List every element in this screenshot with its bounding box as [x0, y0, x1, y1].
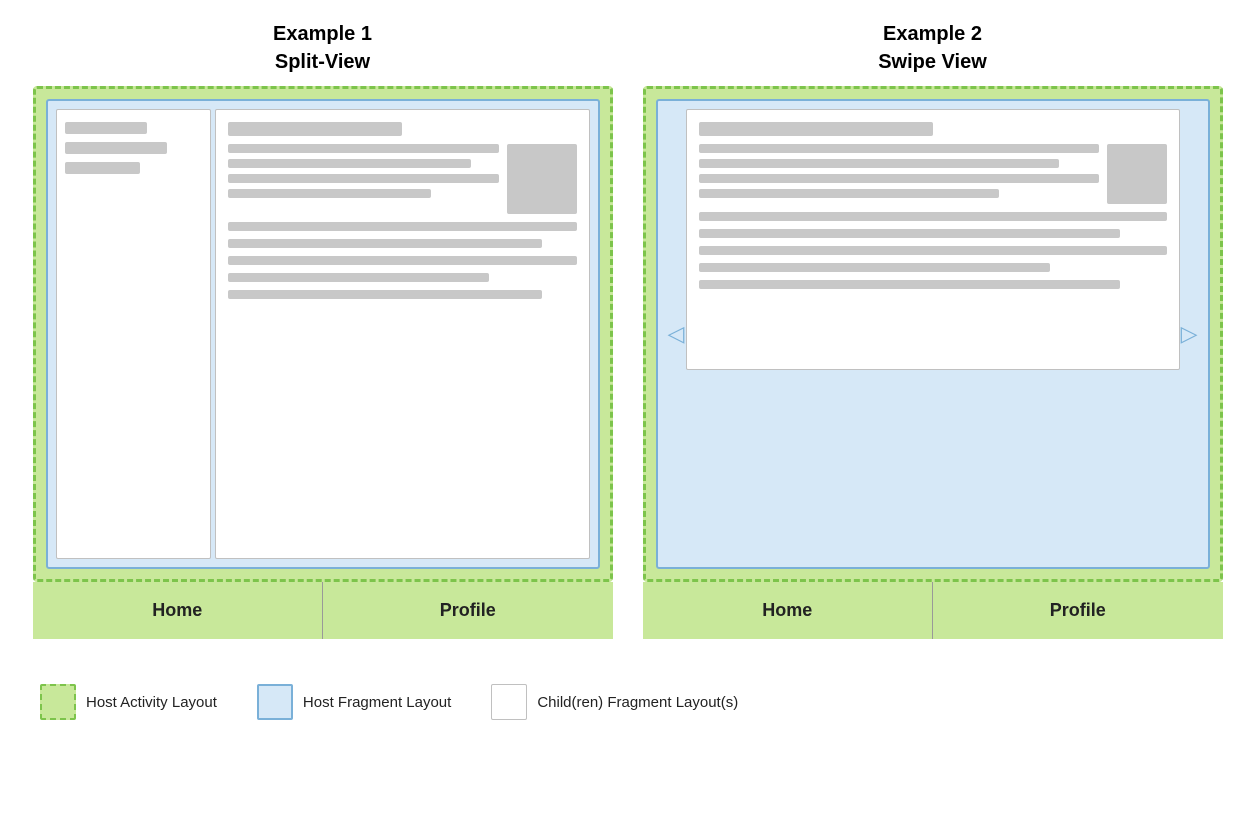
legend-label-1: Host Activity Layout [86, 694, 217, 711]
s-line-9 [699, 280, 1120, 289]
swipe-lines-group [699, 144, 1099, 198]
sidebar-bar-1 [65, 122, 147, 134]
swipe-title-bar [699, 122, 933, 136]
sidebar-bar-2 [65, 142, 168, 154]
legend-white-box [491, 684, 527, 720]
legend-item-3: Child(ren) Fragment Layout(s) [491, 684, 738, 720]
example1-split-inner [56, 109, 590, 559]
legend-label-3: Child(ren) Fragment Layout(s) [537, 694, 738, 711]
s-line-5 [699, 212, 1167, 221]
example2-tab-bar: Home Profile [643, 582, 1223, 639]
example2-tab-profile[interactable]: Profile [933, 582, 1223, 639]
example2-tab-home[interactable]: Home [643, 582, 933, 639]
example2-swipe-inner: ◁ [666, 109, 1200, 559]
line-8 [228, 273, 490, 282]
example2-host-activity: ◁ [643, 86, 1223, 582]
line-6 [228, 239, 542, 248]
legend-item-1: Host Activity Layout [40, 684, 217, 720]
line-1 [228, 144, 499, 153]
legend-label-2: Host Fragment Layout [303, 694, 451, 711]
examples-row: Example 1 Split-View [20, 20, 1235, 639]
s-line-4 [699, 189, 999, 198]
example1-block: Example 1 Split-View [33, 20, 613, 639]
s-line-8 [699, 263, 1050, 272]
sidebar-bar-3 [65, 162, 140, 174]
example2-block: Example 2 Swipe View ◁ [643, 20, 1223, 639]
s-line-1 [699, 144, 1099, 153]
swipe-right-arrow[interactable]: ▷ [1181, 321, 1198, 347]
example1-sidebar [56, 109, 211, 559]
line-9 [228, 290, 542, 299]
swipe-image [1107, 144, 1167, 204]
example1-content [215, 109, 590, 559]
legend-item-2: Host Fragment Layout [257, 684, 451, 720]
content-image [507, 144, 577, 214]
example2-host-fragment: ◁ [656, 99, 1210, 569]
example1-host-fragment [46, 99, 600, 569]
line-5 [228, 222, 577, 231]
content-lines-group [228, 144, 499, 198]
example1-tab-bar: Home Profile [33, 582, 613, 639]
s-line-7 [699, 246, 1167, 255]
page-container: Example 1 Split-View [20, 20, 1235, 735]
swipe-left-arrow[interactable]: ◁ [668, 321, 685, 347]
example1-title: Example 1 Split-View [273, 20, 372, 76]
legend: Host Activity Layout Host Fragment Layou… [20, 669, 1235, 735]
line-2 [228, 159, 472, 168]
example2-content [686, 109, 1180, 370]
example1-tab-profile[interactable]: Profile [323, 582, 613, 639]
swipe-main-row [699, 144, 1167, 204]
line-7 [228, 256, 577, 265]
example1-tab-home[interactable]: Home [33, 582, 323, 639]
content-title-bar [228, 122, 403, 136]
content-main-row [228, 144, 577, 214]
example1-host-activity [33, 86, 613, 582]
legend-green-box [40, 684, 76, 720]
s-line-6 [699, 229, 1120, 238]
line-3 [228, 174, 499, 183]
line-4 [228, 189, 431, 198]
s-line-2 [699, 159, 1059, 168]
legend-blue-box [257, 684, 293, 720]
s-line-3 [699, 174, 1099, 183]
example2-title: Example 2 Swipe View [878, 20, 987, 76]
